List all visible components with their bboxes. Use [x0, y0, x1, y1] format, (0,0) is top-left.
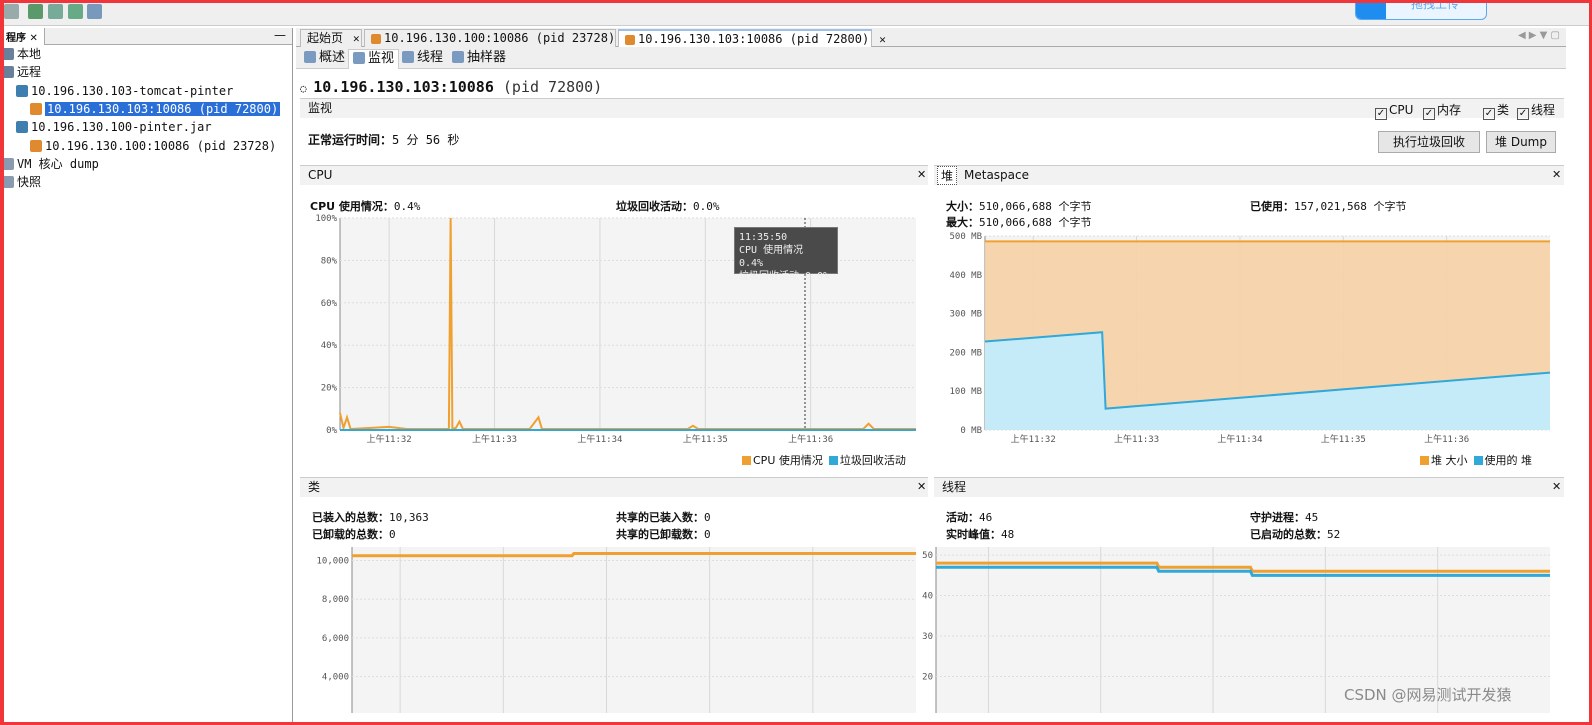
- y-tick-label: 0%: [326, 426, 337, 436]
- y-tick-label: 4,000: [322, 673, 349, 683]
- y-tick-label: 40: [922, 592, 933, 602]
- x-tick-label: 上午11:32: [1011, 433, 1056, 445]
- y-tick-label: 20: [922, 672, 933, 682]
- y-tick-label: 80%: [321, 256, 338, 266]
- charts-layer: 0% 20% 40% 60% 80% 100% 上午11:32 上午11:33 上午11:34 上…: [315, 214, 1551, 713]
- x-tick-label: 上午11:35: [1321, 433, 1366, 445]
- y-tick-label: 30: [922, 632, 933, 642]
- plot-area: [352, 547, 916, 713]
- x-tick-label: 上午11:36: [788, 433, 833, 445]
- y-tick-label: 0 MB: [960, 426, 982, 436]
- y-tick-label: 60%: [321, 299, 338, 309]
- x-tick-label: 上午11:34: [577, 433, 622, 445]
- x-tick-label: 上午11:32: [367, 433, 412, 445]
- x-tick-label: 上午11:33: [1114, 433, 1159, 445]
- y-tick-label: 8,000: [322, 595, 349, 605]
- tooltip-gc: 垃圾回收活动 0.0%: [739, 271, 830, 282]
- y-tick-label: 20%: [321, 384, 338, 394]
- y-tick-label: 40%: [321, 341, 338, 351]
- x-tick-label: 上午11:35: [683, 433, 728, 445]
- tooltip-cpu: CPU 使用情况 0.4%: [739, 245, 804, 269]
- tooltip-time: 11:35:50: [739, 232, 788, 243]
- y-tick-label: 10,000: [316, 557, 349, 567]
- x-tick-label: 上午11:34: [1217, 433, 1262, 445]
- y-tick-label: 300 MB: [949, 310, 982, 320]
- y-tick-label: 100%: [315, 214, 337, 224]
- y-tick-label: 6,000: [322, 634, 349, 644]
- watermark: CSDN @网易测试开发猿: [1344, 686, 1512, 704]
- y-tick-label: 500 MB: [949, 232, 982, 242]
- y-tick-label: 400 MB: [949, 271, 982, 281]
- y-tick-label: 50: [922, 551, 933, 561]
- y-tick-label: 200 MB: [949, 348, 982, 358]
- x-tick-label: 上午11:33: [472, 433, 517, 445]
- y-tick-label: 100 MB: [949, 387, 982, 397]
- x-tick-label: 上午11:36: [1424, 433, 1469, 445]
- cpu-tooltip: 11:35:50 CPU 使用情况 0.4% 垃圾回收活动 0.0%: [734, 227, 838, 282]
